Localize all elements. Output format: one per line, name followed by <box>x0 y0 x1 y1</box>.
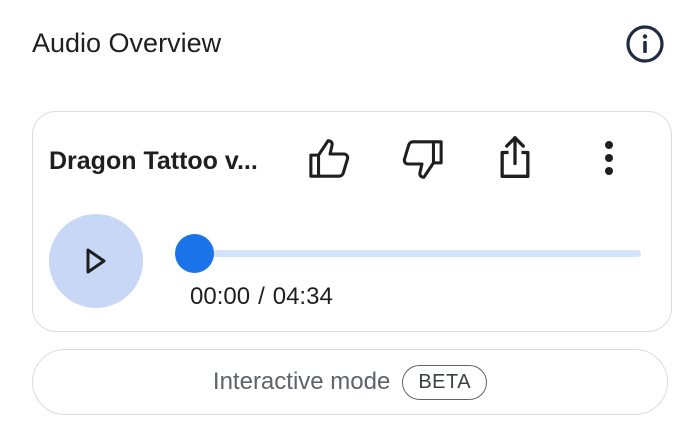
like-button[interactable] <box>305 132 357 184</box>
share-button[interactable] <box>489 132 541 184</box>
play-icon <box>86 248 106 274</box>
thumbs-down-icon <box>402 140 443 179</box>
current-time: 00:00 <box>190 283 251 310</box>
audio-title: Dragon Tattoo v... <box>49 147 258 175</box>
section-title: Audio Overview <box>32 28 222 58</box>
beta-badge: BETA <box>402 364 488 400</box>
audio-player-card: Dragon Tattoo v... 00:00 / 04:34 <box>32 111 672 332</box>
time-separator: / <box>258 283 265 310</box>
info-button[interactable] <box>625 24 665 64</box>
thumbs-up-icon <box>309 139 350 178</box>
progress-track[interactable] <box>195 250 641 257</box>
info-icon <box>626 25 664 63</box>
interactive-mode-label: Interactive mode <box>212 368 391 395</box>
more-vert-icon <box>605 141 613 175</box>
share-icon <box>500 136 530 178</box>
time-display: 00:00 / 04:34 <box>190 282 333 312</box>
interactive-mode-button[interactable]: Interactive mode BETA <box>32 349 668 415</box>
total-duration: 04:34 <box>272 283 333 310</box>
progress-thumb[interactable] <box>175 234 214 273</box>
audio-overview-panel: Audio Overview Dragon Tattoo v... 00:00 … <box>0 0 700 443</box>
dislike-button[interactable] <box>395 134 447 186</box>
more-options-button[interactable] <box>583 132 635 184</box>
play-button[interactable] <box>49 214 143 308</box>
